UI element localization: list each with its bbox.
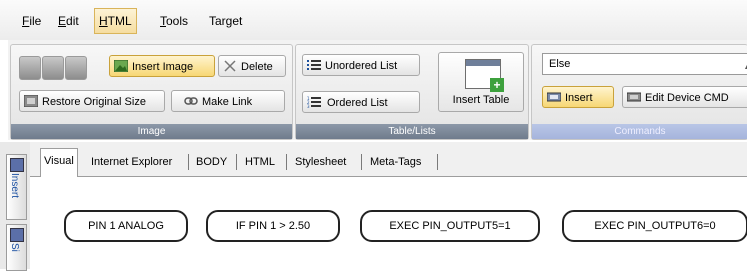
tab-internet-explorer[interactable]: Internet Explorer — [88, 152, 175, 173]
tab-body[interactable]: BODY — [193, 152, 230, 173]
image-icon — [114, 60, 128, 72]
delete-button[interactable]: Delete — [218, 55, 286, 77]
insert-table-label: Insert Table — [452, 94, 510, 106]
commands-group-label: Commands — [532, 124, 747, 139]
numbered-list-icon: 1 2 3 — [307, 96, 321, 108]
flow-node-exec-output6[interactable]: EXEC PIN_OUTPUT6=0 — [562, 210, 747, 242]
align-center-button[interactable] — [42, 56, 64, 80]
menu-target[interactable]: Target — [209, 11, 242, 31]
menu-html[interactable]: HTML — [94, 8, 137, 34]
side-tab-insert[interactable]: Insert — [6, 154, 27, 220]
make-link-button[interactable]: Make Link — [171, 90, 285, 112]
align-right-button[interactable] — [65, 56, 87, 80]
ordered-list-button[interactable]: 1 2 3 Ordered List — [302, 91, 420, 113]
menu-file[interactable]: File — [22, 11, 41, 31]
side-panel-tabs: Insert Si — [0, 142, 31, 271]
design-canvas[interactable]: PIN 1 ANALOG IF PIN 1 > 2.50 EXEC PIN_OU… — [30, 177, 747, 269]
menu-bar: File Edit HTML Tools Target — [0, 0, 747, 40]
link-icon — [184, 97, 198, 105]
image-group: Insert Image Delete Restore Original Siz… — [10, 44, 293, 140]
insert-table-button[interactable]: + Insert Table — [438, 52, 524, 112]
insert-panel-icon — [10, 158, 24, 172]
ribbon: Insert Image Delete Restore Original Siz… — [8, 40, 747, 140]
tab-separator — [286, 154, 287, 170]
tab-separator — [236, 154, 237, 170]
flow-node-if-pin1[interactable]: IF PIN 1 > 2.50 — [206, 210, 340, 242]
insert-command-icon — [547, 92, 561, 102]
plus-icon: + — [490, 78, 504, 92]
device-icon — [627, 92, 641, 102]
restore-original-size-button[interactable]: Restore Original Size — [19, 90, 165, 112]
svg-text:3: 3 — [307, 104, 310, 108]
flow-node-exec-output5[interactable]: EXEC PIN_OUTPUT5=1 — [360, 210, 540, 242]
tab-html[interactable]: HTML — [242, 152, 278, 173]
command-select-value: Else — [549, 58, 571, 70]
tab-separator — [437, 154, 438, 170]
bullet-list-icon — [307, 60, 321, 70]
flow-node-pin1-analog[interactable]: PIN 1 ANALOG — [64, 210, 188, 242]
table-lists-group-label: Table/Lists — [296, 124, 528, 139]
unordered-list-button[interactable]: Unordered List — [302, 54, 420, 76]
menu-edit[interactable]: Edit — [58, 11, 79, 31]
editor-tab-strip: Visual Internet Explorer BODY HTML Style… — [30, 142, 747, 177]
insert-command-button[interactable]: Insert — [542, 86, 614, 108]
tab-stylesheet[interactable]: Stylesheet — [292, 152, 349, 173]
menu-tools[interactable]: Tools — [160, 11, 188, 31]
tab-separator — [188, 154, 189, 170]
tab-meta-tags[interactable]: Meta-Tags — [367, 152, 424, 173]
chevron-down-icon[interactable]: ▲ — [743, 56, 747, 76]
edit-device-cmd-button[interactable]: Edit Device CMD — [622, 86, 747, 108]
tab-separator — [361, 154, 362, 170]
restore-size-icon — [24, 95, 38, 107]
table-icon: + — [465, 59, 504, 92]
image-group-label: Image — [11, 124, 292, 139]
site-panel-icon — [10, 228, 24, 242]
tab-visual[interactable]: Visual — [40, 148, 78, 177]
close-icon — [224, 60, 236, 72]
align-left-button[interactable] — [19, 56, 41, 80]
command-select[interactable]: Else ▲ — [542, 53, 747, 75]
side-tab-si[interactable]: Si — [6, 224, 27, 271]
insert-image-button[interactable]: Insert Image — [109, 55, 215, 77]
